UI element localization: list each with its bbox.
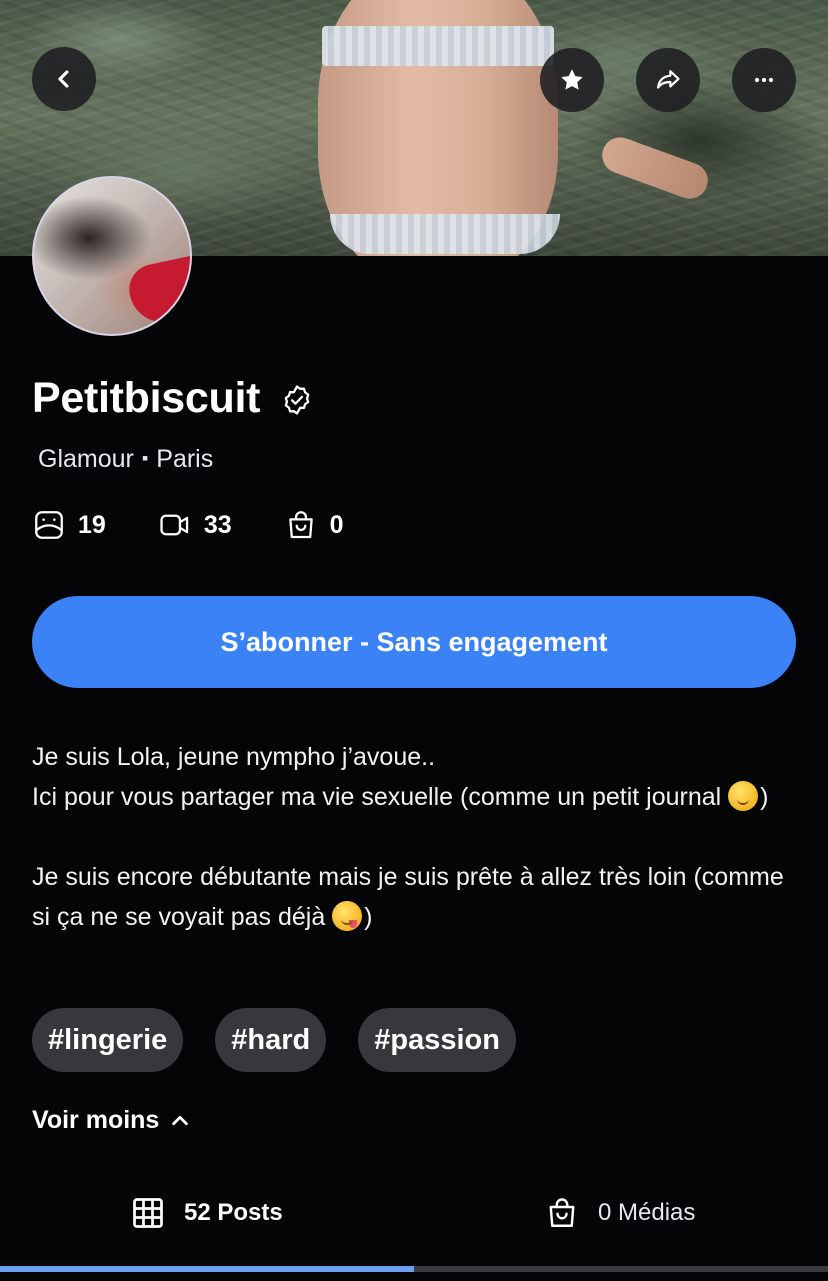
cover-detail: [322, 26, 554, 66]
bio-text: Je suis Lola, jeune nympho j’avoue.. Ici…: [32, 743, 722, 811]
star-icon: [561, 69, 583, 90]
stat-products-count: 0: [329, 510, 344, 539]
tab-medias-label: 0 Médias: [598, 1199, 696, 1226]
shopping-bag-icon: [288, 511, 313, 539]
verified-badge-icon: [284, 385, 310, 415]
tab-indicator-track: [0, 1266, 828, 1272]
voir-moins-label: Voir moins: [32, 1106, 160, 1134]
profile-meta: Glamour ▪ Paris: [38, 445, 213, 474]
cover-detail: [597, 132, 713, 204]
profile-location: Paris: [156, 445, 214, 473]
tab-posts[interactable]: 52 Posts: [130, 1180, 283, 1246]
photo-icon: [35, 511, 63, 539]
stat-videos: 33: [158, 508, 232, 542]
voir-moins-button[interactable]: Voir moins: [32, 1106, 191, 1135]
more-button[interactable]: [732, 48, 796, 112]
back-button[interactable]: [32, 47, 96, 111]
bio-paragraph: Je suis encore débutante mais je suis pr…: [32, 857, 802, 937]
chevron-up-icon: [172, 1115, 189, 1125]
content-tabs: 52 Posts 0 Médias: [0, 1180, 828, 1281]
stat-photos-count: 19: [78, 510, 106, 539]
stat-photos: 19: [32, 508, 106, 542]
meta-separator: ▪: [141, 448, 149, 468]
more-horizontal-icon: [754, 77, 774, 83]
profile-category: Glamour: [38, 445, 134, 473]
tag-list: #lingerie #hard #passion: [32, 1008, 548, 1072]
cover-detail: [330, 214, 560, 254]
tab-posts-label: 52 Posts: [184, 1199, 283, 1226]
share-button[interactable]: [636, 48, 700, 112]
tag-chip[interactable]: #lingerie: [32, 1008, 184, 1072]
tag-chip[interactable]: #hard: [215, 1008, 327, 1072]
smirk-emoji-icon: [728, 781, 759, 811]
yum-emoji-icon: [332, 901, 363, 931]
shopping-bag-icon: [549, 1198, 575, 1227]
chevron-left-icon: [58, 70, 69, 88]
bio-text: Je suis encore débutante mais je suis pr…: [32, 863, 784, 931]
profile-bio: Je suis Lola, jeune nympho j’avoue.. Ici…: [32, 737, 802, 937]
grid-icon: [133, 1198, 163, 1228]
subscribe-button[interactable]: S’abonner - Sans engagement: [32, 596, 796, 688]
profile-stats: 19 33 0: [32, 508, 396, 542]
bio-paragraph: Je suis Lola, jeune nympho j’avoue.. Ici…: [32, 737, 802, 817]
avatar[interactable]: [32, 176, 192, 336]
tab-medias[interactable]: 0 Médias: [544, 1180, 695, 1246]
favorite-button[interactable]: [540, 48, 604, 112]
stat-products: 0: [284, 508, 344, 542]
bio-text: ): [760, 783, 769, 811]
profile-name: Petitbiscuit: [32, 374, 261, 422]
tab-indicator-active: [0, 1266, 414, 1272]
tag-chip[interactable]: #passion: [358, 1008, 516, 1072]
avatar-detail: [124, 255, 190, 329]
stat-videos-count: 33: [203, 510, 232, 539]
share-icon: [656, 70, 680, 89]
profile-header: Petitbiscuit: [32, 372, 314, 424]
video-icon: [160, 514, 188, 536]
bio-text: ): [364, 903, 373, 931]
